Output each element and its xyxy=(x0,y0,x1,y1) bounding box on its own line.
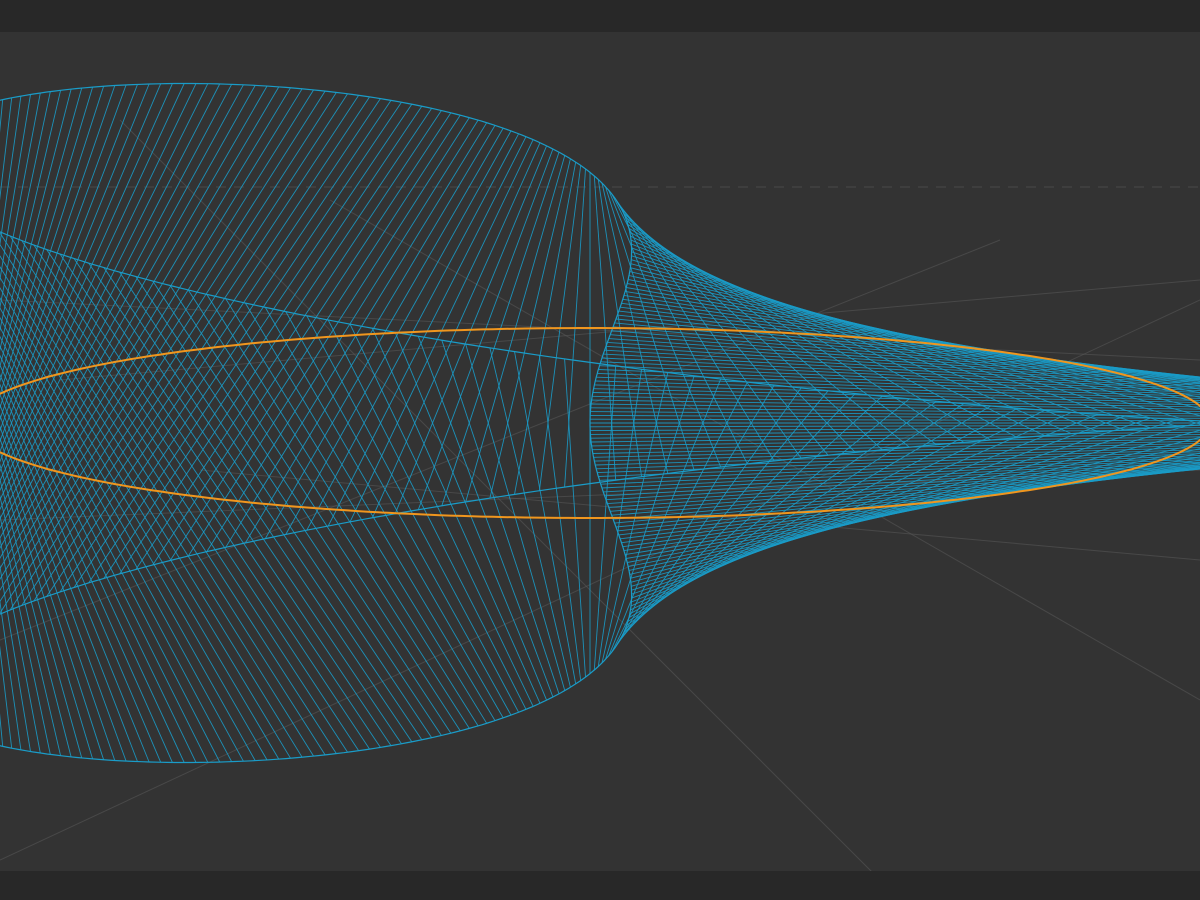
wire-ruling xyxy=(621,302,1200,380)
wire-ruling xyxy=(0,536,41,754)
scene-canvas[interactable] xyxy=(0,32,1200,871)
wire-ruling xyxy=(625,290,1200,385)
wire-ruling xyxy=(625,461,1200,556)
grid-line xyxy=(59,279,1200,381)
mobius-wireframe[interactable] xyxy=(0,82,1200,764)
wire-ruling xyxy=(0,83,197,492)
bottom-status-bar xyxy=(0,871,1200,900)
wire-ruling xyxy=(0,354,197,763)
wire-ruling xyxy=(621,466,1200,544)
wire-ruling xyxy=(618,310,1200,378)
wire-ruling xyxy=(0,97,13,201)
grid-line xyxy=(0,239,1001,641)
3d-viewport[interactable] xyxy=(0,32,1200,871)
wire-ruling xyxy=(615,318,1200,378)
wire-ruling xyxy=(0,437,105,760)
wire-ruling xyxy=(618,468,1200,536)
wire-ruling xyxy=(615,468,1200,528)
top-toolbar xyxy=(0,0,1200,32)
wire-ruling xyxy=(0,645,13,749)
